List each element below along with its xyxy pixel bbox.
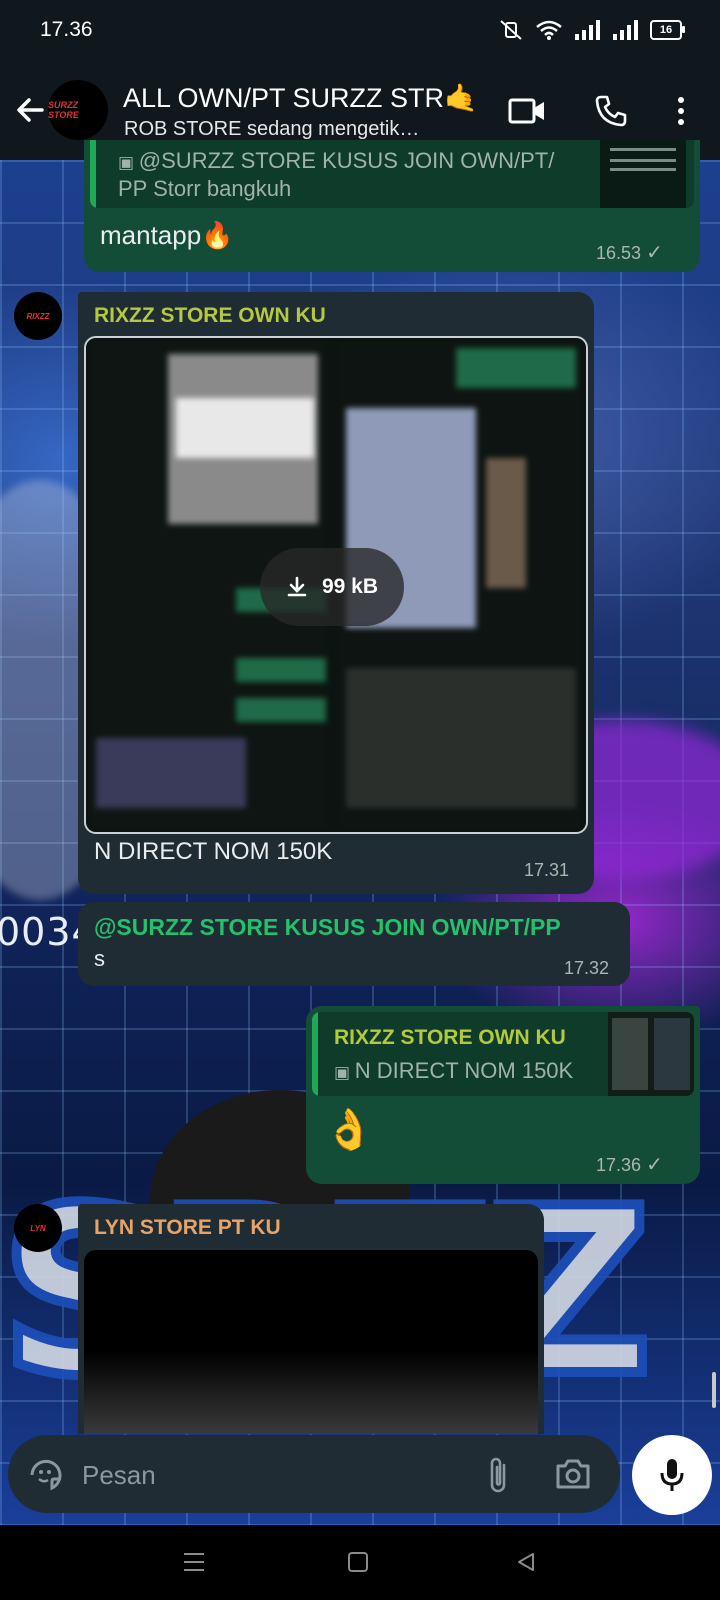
home-square-icon	[348, 1552, 368, 1572]
message-input-bar[interactable]: Pesan	[8, 1435, 620, 1513]
message-time: 16.53	[596, 243, 642, 263]
sent-check-icon: ✓	[646, 242, 663, 264]
sender-avatar[interactable]: RIXZZ	[14, 292, 62, 340]
video-call-button[interactable]	[506, 90, 548, 132]
system-back-button[interactable]	[508, 1547, 544, 1577]
scroll-indicator[interactable]	[712, 1372, 716, 1408]
sent-check-icon: ✓	[646, 1154, 663, 1176]
recents-icon	[184, 1553, 204, 1571]
image-caption: N DIRECT NOM 150K	[94, 838, 333, 865]
message-bubble-incoming[interactable]: LYN STORE PT KU	[78, 1204, 544, 1434]
signal-icon	[613, 20, 638, 40]
voice-call-button[interactable]	[590, 90, 632, 132]
status-time: 17.36	[40, 18, 93, 41]
quote-thumbnail	[600, 140, 686, 208]
message-meta: 16.53 ✓	[596, 240, 663, 265]
message-time: 17.31	[524, 860, 570, 880]
paperclip-icon	[490, 1457, 506, 1493]
quote-thumbnail	[608, 1012, 694, 1096]
quoted-message[interactable]: ▣ @SURZZ STORE KUSUS JOIN OWN/PT/ PP Sto…	[90, 140, 694, 208]
message-bubble-incoming[interactable]: RIXZZ STORE OWN KU 99 kB N DIRECT NOM 15…	[78, 292, 594, 894]
image-attachment[interactable]: 99 kB	[84, 336, 588, 834]
camera-button[interactable]	[554, 1457, 592, 1496]
download-button[interactable]: 99 kB	[260, 548, 404, 626]
camera-icon	[556, 1459, 590, 1489]
chat-title[interactable]: ALL OWN/PT SURZZ STR🤙	[123, 82, 478, 114]
quote-text: PP Storr bangkuh	[118, 176, 292, 201]
message-time: 17.32	[564, 958, 610, 978]
avatar-logo-text: RIXZZ	[26, 311, 50, 321]
mention-link[interactable]: @SURZZ STORE KUSUS JOIN OWN/PT/PP	[94, 914, 561, 941]
quote-caption: N DIRECT NOM 150K	[354, 1058, 574, 1083]
attach-button[interactable]	[486, 1455, 512, 1500]
avatar-logo-text: LYN	[30, 1223, 46, 1233]
message-emoji: 👌	[324, 1108, 374, 1152]
download-size: 99 kB	[321, 575, 379, 598]
download-icon	[287, 576, 307, 597]
message-text: mantapp🔥	[100, 220, 234, 250]
microphone-icon	[660, 1459, 684, 1491]
vibrate-mute-icon	[500, 20, 522, 40]
message-bubble-incoming[interactable]: @SURZZ STORE KUSUS JOIN OWN/PT/PP s 17.3…	[78, 902, 630, 986]
message-bubble-outgoing[interactable]: RIXZZ STORE OWN KU ▣ N DIRECT NOM 150K 👌…	[306, 1006, 700, 1184]
status-bar: 17.36 16	[0, 0, 720, 62]
battery-level: 16	[659, 24, 673, 36]
group-avatar[interactable]: SURZZ STORE	[48, 80, 108, 140]
signal-icon	[575, 20, 600, 40]
image-icon: ▣	[334, 1063, 355, 1082]
sender-name[interactable]: RIXZZ STORE OWN KU	[94, 304, 326, 328]
arrow-back-icon	[17, 98, 44, 122]
battery-icon: 16	[650, 20, 685, 40]
sender-avatar[interactable]: LYN	[14, 1204, 62, 1252]
wifi-icon	[536, 20, 562, 40]
home-button[interactable]	[340, 1547, 376, 1577]
more-options-button[interactable]	[660, 90, 702, 132]
message-input[interactable]: Pesan	[82, 1460, 156, 1491]
quoted-message[interactable]: RIXZZ STORE OWN KU ▣ N DIRECT NOM 150K	[312, 1012, 694, 1096]
recent-apps-button[interactable]	[176, 1547, 212, 1577]
quote-text: @SURZZ STORE KUSUS JOIN OWN/PT/	[138, 148, 555, 173]
image-attachment[interactable]	[84, 1250, 538, 1434]
message-time: 17.36	[596, 1155, 642, 1175]
sender-name[interactable]: LYN STORE PT KU	[94, 1216, 281, 1240]
message-bubble-outgoing[interactable]: ▣ @SURZZ STORE KUSUS JOIN OWN/PT/ PP Sto…	[84, 140, 700, 272]
quote-sender: RIXZZ STORE OWN KU	[334, 1026, 566, 1049]
back-button[interactable]	[10, 90, 50, 130]
video-call-icon	[508, 98, 544, 124]
phone-icon	[595, 95, 627, 127]
message-meta: 17.36 ✓	[596, 1152, 663, 1177]
system-nav-bar	[0, 1525, 720, 1600]
image-icon: ▣	[118, 153, 139, 172]
avatar-logo-text: SURZZ STORE	[48, 100, 79, 120]
sticker-icon	[30, 1459, 62, 1491]
more-vert-icon	[678, 97, 684, 125]
voice-message-button[interactable]	[632, 1435, 712, 1515]
message-text: s	[94, 946, 105, 971]
triangle-back-icon	[518, 1553, 534, 1571]
typing-status: ROB STORE sedang mengetik…	[124, 118, 420, 140]
emoji-sticker-button[interactable]	[28, 1457, 64, 1498]
